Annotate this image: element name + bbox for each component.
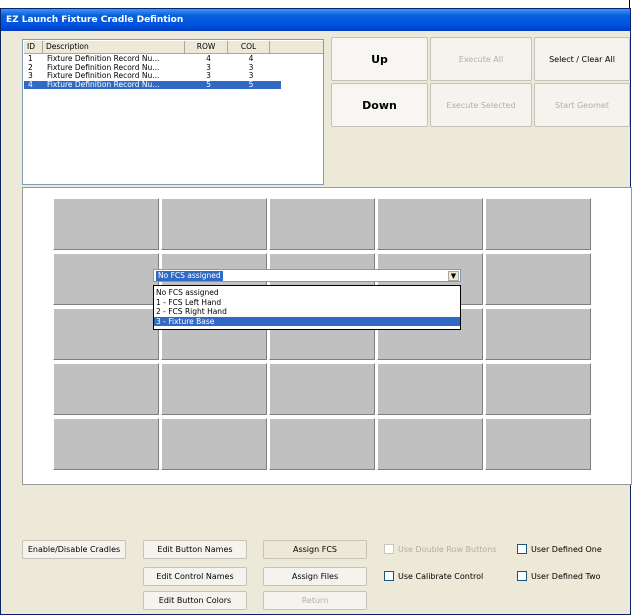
cradle-cell-button[interactable]	[53, 253, 159, 305]
cradle-cell-button[interactable]	[377, 198, 483, 250]
checkbox-box[interactable]	[384, 571, 394, 581]
table-cell-row: 4	[206, 55, 211, 63]
column-header-id[interactable]: ID	[24, 41, 43, 54]
execute-all-button[interactable]: Execute All	[430, 37, 532, 81]
down-button[interactable]: Down	[331, 83, 428, 127]
fcs-option[interactable]: 1 - FCS Left Hand	[154, 298, 460, 308]
fcs-option-selected[interactable]: 3 - Fixture Base	[154, 316, 460, 326]
edit-button-names-button[interactable]: Edit Button Names	[143, 540, 247, 559]
fcs-option[interactable]: No FCS assigned	[154, 288, 460, 298]
column-header-description[interactable]: Description	[43, 41, 185, 54]
cradle-grid-panel	[22, 187, 632, 485]
checkbox-box[interactable]	[517, 571, 527, 581]
cradle-cell-button[interactable]	[377, 363, 483, 415]
table-cell-col: 3	[248, 63, 254, 72]
fixture-list-header: ID Description ROW COL	[24, 41, 323, 54]
fixture-list[interactable]: ID Description ROW COL 1 Fixture Definiti…	[22, 39, 324, 185]
checkbox-box[interactable]	[384, 544, 394, 554]
table-cell-col: 3	[248, 72, 254, 80]
column-header-row[interactable]: ROW	[185, 41, 228, 54]
main-window: EZ Launch Fixture Cradle Defintion ID De…	[0, 8, 632, 615]
table-cell-id: 1	[28, 55, 33, 63]
cradle-cell-button[interactable]	[161, 363, 267, 415]
table-cell-description: Fixture Definition Record Nu...	[47, 63, 160, 72]
checkbox-label: Use Double Row Buttons	[398, 544, 497, 554]
user-defined-two-checkbox[interactable]: User Defined Two	[517, 571, 601, 581]
edit-button-colors-button[interactable]: Edit Button Colors	[143, 591, 247, 610]
table-row[interactable]: 1 Fixture Definition Record Nu... 4 4	[24, 55, 323, 64]
cradle-cell-button[interactable]	[377, 418, 483, 470]
checkbox-label: Use Calibrate Control	[398, 571, 484, 581]
select-clear-all-button[interactable]: Select / Clear All	[534, 37, 630, 81]
return-button[interactable]: Return	[263, 591, 367, 610]
table-cell-description: Fixture Definition Record Nu...	[47, 80, 160, 89]
table-cell-description: Fixture Definition Record Nu...	[47, 55, 160, 63]
window-title: EZ Launch Fixture Cradle Defintion	[1, 9, 630, 31]
cradle-cell-button[interactable]	[53, 363, 159, 415]
fcs-option[interactable]: 2 - FCS Right Hand	[154, 307, 460, 317]
use-double-row-buttons-checkbox[interactable]: Use Double Row Buttons	[384, 544, 497, 554]
fcs-options-list: No FCS assigned 1 - FCS Left Hand 2 - FC…	[153, 285, 461, 330]
fcs-select-value: No FCS assigned	[156, 271, 223, 281]
checkbox-box[interactable]	[517, 544, 527, 554]
execute-selected-button[interactable]: Execute Selected	[430, 83, 532, 127]
cradle-cell-button[interactable]	[485, 363, 591, 415]
user-defined-one-checkbox[interactable]: User Defined One	[517, 544, 602, 554]
cradle-cell-button[interactable]	[53, 418, 159, 470]
table-cell-row: 3	[206, 72, 211, 80]
table-row[interactable]: 2 Fixture Definition Record Nu... 3 3	[24, 64, 323, 73]
cradle-cell-button[interactable]	[485, 198, 591, 250]
chevron-down-icon[interactable]: ▼	[448, 271, 459, 281]
cradle-cell-button[interactable]	[269, 198, 375, 250]
table-cell-col: 4	[248, 55, 254, 63]
cradle-cell-button[interactable]	[485, 308, 591, 360]
cradle-cell-button[interactable]	[269, 363, 375, 415]
assign-fcs-button[interactable]: Assign FCS	[263, 540, 367, 559]
table-cell-row: 5	[206, 80, 211, 89]
edit-control-names-button[interactable]: Edit Control Names	[143, 567, 247, 586]
fixture-list-rows: 1 Fixture Definition Record Nu... 4 4 2 Fixtu…	[24, 55, 323, 89]
table-row[interactable]: 4 Fixture Definition Record Nu... 5 5	[24, 80, 281, 89]
cradle-cell-button[interactable]	[161, 198, 267, 250]
table-cell-row: 3	[206, 63, 211, 72]
checkbox-label: User Defined One	[531, 544, 602, 554]
cradle-cell-button[interactable]	[161, 418, 267, 470]
start-geomet-button[interactable]: Start Geomet	[534, 83, 630, 127]
column-header-filler	[270, 41, 323, 54]
table-cell-id: 2	[28, 63, 33, 72]
use-calibrate-control-checkbox[interactable]: Use Calibrate Control	[384, 571, 483, 581]
cradle-cell-button[interactable]	[269, 418, 375, 470]
table-row[interactable]: 3 Fixture Definition Record Nu... 3 3	[24, 72, 323, 81]
enable-disable-cradles-button[interactable]: Enable/Disable Cradles	[22, 540, 126, 559]
checkbox-label: User Defined Two	[531, 571, 601, 581]
column-header-col[interactable]: COL	[228, 41, 270, 54]
fcs-select[interactable]: No FCS assigned ▼	[153, 269, 461, 282]
assign-files-button[interactable]: Assign Files	[263, 567, 367, 586]
cradle-cell-button[interactable]	[485, 253, 591, 305]
table-cell-col: 5	[248, 80, 254, 89]
cradle-cell-button[interactable]	[53, 308, 159, 360]
up-button[interactable]: Up	[331, 37, 428, 81]
table-cell-description: Fixture Definition Record Nu...	[47, 72, 160, 80]
table-cell-id: 3	[28, 72, 33, 80]
cradle-cell-button[interactable]	[485, 418, 591, 470]
cradle-cell-button[interactable]	[53, 198, 159, 250]
table-cell-id: 4	[28, 80, 33, 89]
